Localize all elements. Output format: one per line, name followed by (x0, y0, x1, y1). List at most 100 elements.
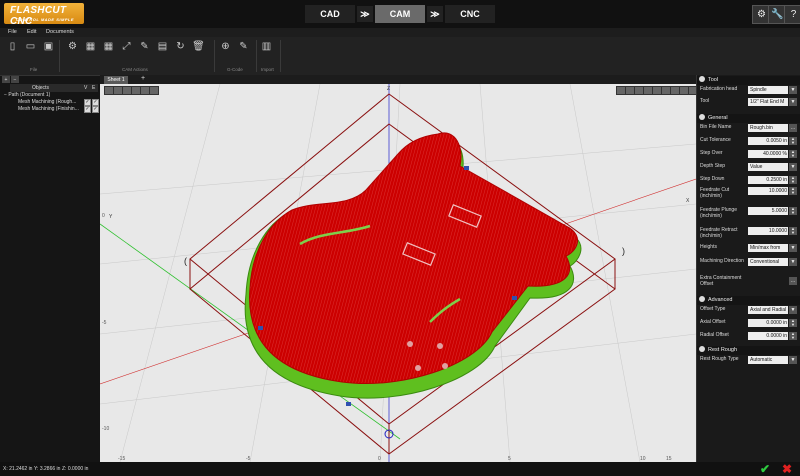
tree-item-rough[interactable]: Mesh Machining (Rough... (18, 99, 76, 105)
chevron-down-icon[interactable]: ▼ (789, 258, 797, 266)
gears-icon[interactable]: ⚙ (66, 39, 79, 53)
status-bar (0, 462, 800, 476)
chevron-down-icon[interactable]: ▼ (789, 244, 797, 252)
rotate-left-handle[interactable]: ( (184, 256, 187, 266)
spinner-icon[interactable]: ▲ ▼ (789, 187, 797, 195)
collapse-toggle-icon[interactable] (699, 346, 705, 352)
edit-path-icon[interactable]: ✎ (138, 39, 151, 53)
mode-tab-cad[interactable]: CAD (305, 5, 355, 23)
property-field[interactable]: 40.0000 % (748, 150, 788, 158)
property-select[interactable]: Automatic (748, 356, 788, 364)
redo-icon[interactable]: ↻ (174, 39, 187, 53)
mode-tab-cam[interactable]: CAM (375, 5, 425, 23)
property-field[interactable]: 10.0000 (748, 227, 788, 235)
expand-all-button[interactable]: + (2, 76, 10, 83)
property-select[interactable]: Axial and Radial (748, 306, 788, 314)
x-axis-label: X (686, 198, 690, 204)
open-folder-icon[interactable]: ▭ (24, 39, 37, 53)
property-label: Heights (700, 244, 717, 250)
edit-column-label: E (92, 85, 96, 91)
tree-item-path[interactable]: − Path (Document 1) (4, 92, 50, 98)
property-label: Feedrate Retract (inch/min) (700, 227, 738, 239)
collapse-icon[interactable]: − (4, 92, 7, 98)
collapse-toggle-icon[interactable] (699, 296, 705, 302)
property-label: Radial Offset (700, 332, 729, 338)
chevron-down-icon[interactable]: ▼ (789, 98, 797, 106)
property-field[interactable]: 0.0000 in (748, 319, 788, 327)
collapse-all-button[interactable]: − (11, 76, 19, 83)
new-file-icon[interactable]: ▯ (6, 39, 19, 53)
edit-checkbox[interactable]: ✓ (92, 99, 99, 106)
3d-viewport[interactable]: Z Y X 0 -5 -10 -15 -5 0 5 10 15 ( ) (100, 84, 696, 462)
chevron-down-icon[interactable]: ▼ (789, 86, 797, 94)
edit-checkbox[interactable]: ✓ (92, 106, 99, 113)
ribbon-group-label-file: File (30, 67, 38, 72)
spinner-icon[interactable]: ▲ ▼ (789, 332, 797, 340)
delete-icon[interactable]: 🗑 (192, 39, 205, 53)
tree-item-label: Mesh Machining (Finishin... (18, 106, 79, 112)
property-field[interactable]: 0.0050 in (748, 137, 788, 145)
property-select[interactable]: 1/2" Flat End M (748, 98, 788, 106)
objects-panel (0, 76, 101, 462)
spinner-icon[interactable]: ▲ ▼ (789, 227, 797, 235)
import-icon[interactable]: ▥ (260, 39, 273, 53)
chevron-down-icon[interactable]: ▼ (789, 306, 797, 314)
property-field[interactable]: 0.0000 in (748, 332, 788, 340)
visible-checkbox[interactable]: ✓ (84, 106, 91, 113)
property-select[interactable]: Spindle (748, 86, 788, 94)
property-select[interactable]: Min/max from (748, 244, 788, 252)
property-select[interactable]: Conventional (748, 258, 788, 266)
browse-button[interactable]: … (789, 124, 797, 132)
toolpath-grid-icon[interactable]: ▦ (102, 39, 115, 53)
menu-edit[interactable]: Edit (27, 28, 36, 37)
tree-item-finish[interactable]: Mesh Machining (Finishin... (18, 106, 79, 112)
logo-title: FLASHCUT CNC (10, 5, 67, 27)
menu-file[interactable]: File (8, 28, 17, 37)
cancel-x-icon[interactable]: ✖ (782, 463, 796, 475)
spinner-icon[interactable]: ▲ ▼ (789, 176, 797, 184)
property-field[interactable]: 5.0000 (748, 207, 788, 215)
camera-icon[interactable] (149, 86, 159, 95)
expand-icon[interactable]: ⤢ (120, 39, 133, 53)
add-sheet-button[interactable]: + (141, 75, 145, 82)
spinner-icon[interactable]: ▲ ▼ (789, 150, 797, 158)
menu-documents[interactable]: Documents (46, 28, 74, 37)
browse-button[interactable]: … (789, 277, 797, 285)
coord-y: Y: 3.2866 in (34, 466, 61, 472)
property-field[interactable]: 0.2500 in (748, 176, 788, 184)
property-label: Cut Tolerance (700, 137, 731, 143)
general-section-header[interactable]: General (697, 114, 800, 123)
property-label: Step Over (700, 150, 723, 156)
tool-section-header[interactable]: Tool (697, 76, 800, 85)
property-field[interactable]: Rough.bin (748, 124, 788, 132)
mode-tab-cnc[interactable]: CNC (445, 5, 495, 23)
properties-panel (696, 75, 800, 462)
save-icon[interactable]: ▣ (42, 39, 55, 53)
rest-section-header[interactable]: Rest Rough (697, 346, 800, 355)
layout-grid-icon[interactable]: ▦ (84, 39, 97, 53)
chevron-right-icon: ≫ (357, 6, 373, 22)
spinner-icon[interactable]: ▲ ▼ (789, 137, 797, 145)
chevron-down-icon[interactable]: ▼ (789, 356, 797, 364)
property-label: Rest Rough Type (700, 356, 739, 362)
spinner-icon[interactable]: ▲ ▼ (789, 319, 797, 327)
grid-toggle-icon[interactable] (688, 86, 696, 95)
ok-check-icon[interactable]: ✔ (760, 463, 774, 475)
sheet-tab[interactable]: Sheet 1 (104, 76, 128, 84)
collapse-toggle-icon[interactable] (699, 114, 705, 120)
property-select[interactable]: Value (748, 163, 788, 171)
objects-header-label: Objects (32, 85, 49, 91)
coord-z: Z: 0.0000 in (62, 466, 89, 472)
visible-checkbox[interactable]: ✓ (84, 99, 91, 106)
spinner-icon[interactable]: ▲ ▼ (789, 207, 797, 215)
chevron-down-icon[interactable]: ▼ (789, 163, 797, 171)
add-gcode-icon[interactable]: ⊕ (219, 39, 232, 53)
help-icon[interactable]: ? (784, 5, 800, 24)
rotate-right-handle[interactable]: ) (622, 246, 625, 256)
visible-column-label: V (84, 85, 88, 91)
image-icon[interactable]: ▤ (156, 39, 169, 53)
collapse-toggle-icon[interactable] (699, 76, 705, 82)
property-field[interactable]: 10.0000 (748, 187, 788, 195)
advanced-section-header[interactable]: Advanced (697, 296, 800, 305)
pencil-icon[interactable]: ✎ (237, 39, 250, 53)
